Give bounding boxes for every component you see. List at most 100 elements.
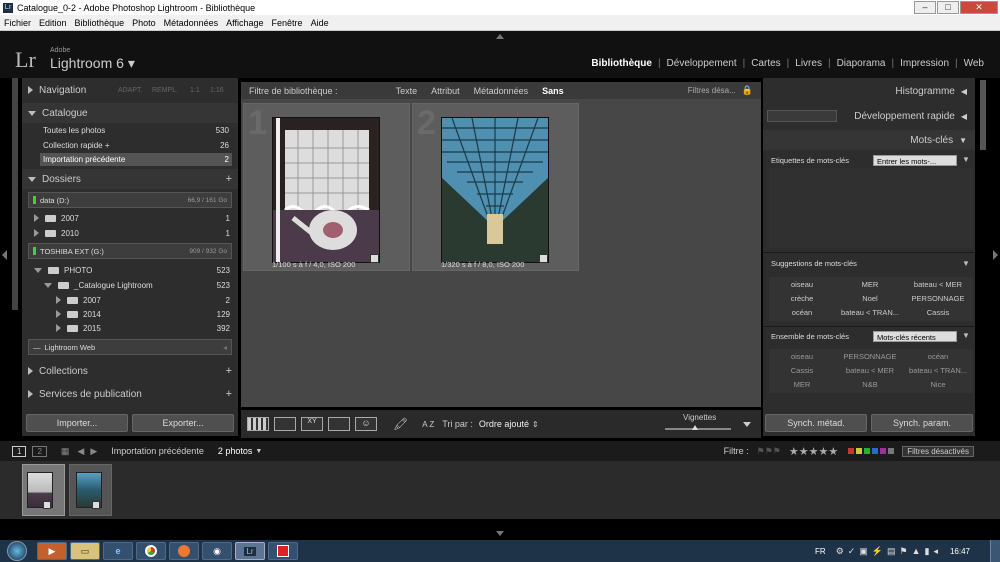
- survey-view-icon[interactable]: [328, 417, 350, 431]
- keyword-set-item[interactable]: oiseau: [769, 352, 835, 361]
- dossiers-header[interactable]: Dossiers +: [22, 169, 238, 189]
- keyword-set-item[interactable]: PERSONNAGE: [837, 352, 903, 361]
- filter-tab-metadonnees[interactable]: Métadonnées: [474, 86, 529, 96]
- chevron-down-icon[interactable]: ▼: [962, 331, 970, 340]
- toolbar-menu-icon[interactable]: [743, 421, 751, 427]
- keyword-set-item[interactable]: bateau < MER: [837, 366, 903, 375]
- lightroom-task-icon[interactable]: Lr: [235, 542, 265, 560]
- back-arrow-icon[interactable]: ◀: [77, 446, 84, 457]
- menu-fichier[interactable]: Fichier: [0, 18, 35, 28]
- zoom-rempl[interactable]: REMPL.: [152, 87, 178, 94]
- module-developpement[interactable]: Développement: [661, 58, 743, 69]
- vignettes-slider[interactable]: [665, 428, 731, 430]
- catalogue-header[interactable]: Catalogue: [22, 103, 238, 123]
- photo-thumbnail[interactable]: [272, 117, 380, 263]
- maximize-button[interactable]: □: [937, 1, 959, 14]
- filmstrip-thumb-2[interactable]: [69, 464, 112, 516]
- chevron-down-icon[interactable]: ▾: [128, 55, 135, 71]
- sort-select[interactable]: Ordre ajouté: [479, 419, 529, 429]
- collapse-icon[interactable]: ▼: [962, 259, 970, 268]
- drive-data[interactable]: data (D:) 66,9 / 161 Go: [28, 192, 232, 208]
- language-indicator[interactable]: FR: [815, 547, 826, 556]
- keyword-suggestion[interactable]: bateau < MER: [905, 280, 971, 289]
- keyword-set-item[interactable]: MER: [769, 380, 835, 389]
- add-service-icon[interactable]: +: [226, 388, 232, 400]
- collections-header[interactable]: Collections +: [22, 361, 238, 381]
- grid-toggle-icon[interactable]: ▦: [61, 446, 70, 457]
- add-collection-icon[interactable]: +: [226, 365, 232, 377]
- module-livres[interactable]: Livres: [789, 58, 828, 69]
- preset-select[interactable]: [767, 110, 837, 122]
- filmstrip-source[interactable]: Importation précédente: [111, 446, 204, 456]
- left-panel-toggle-icon[interactable]: [2, 250, 7, 260]
- right-panel-toggle-icon[interactable]: [993, 250, 998, 260]
- menu-bibliotheque[interactable]: Bibliothèque: [71, 18, 129, 28]
- secondary-window-button[interactable]: 2: [32, 445, 47, 457]
- sync-settings-button[interactable]: Synch. param.: [871, 414, 973, 432]
- explorer-icon[interactable]: ▭: [70, 542, 100, 560]
- filmstrip-thumb-1[interactable]: [22, 464, 65, 516]
- app-icon[interactable]: ◉: [202, 542, 232, 560]
- filter-tab-attribut[interactable]: Attribut: [431, 86, 460, 96]
- photo-thumbnail[interactable]: [441, 117, 549, 263]
- services-header[interactable]: Services de publication +: [22, 384, 238, 404]
- start-button[interactable]: [0, 540, 34, 562]
- folder-2007[interactable]: 2007: [34, 212, 79, 224]
- chevron-down-icon[interactable]: ▼: [255, 448, 262, 455]
- filter-tab-sans[interactable]: Sans: [542, 86, 564, 96]
- spray-can-icon[interactable]: 🖍: [393, 417, 408, 431]
- import-button[interactable]: Importer...: [26, 414, 128, 432]
- keyword-set-item[interactable]: Nice: [905, 380, 971, 389]
- show-desktop-button[interactable]: [990, 540, 1000, 562]
- right-scrollbar[interactable]: [980, 80, 986, 150]
- menu-edition[interactable]: Edition: [35, 18, 71, 28]
- folder-photo[interactable]: PHOTO: [34, 264, 92, 276]
- loupe-view-icon[interactable]: [274, 417, 296, 431]
- keyword-set-item[interactable]: N&B: [837, 380, 903, 389]
- forward-arrow-icon[interactable]: ▶: [90, 446, 97, 457]
- left-scrollbar[interactable]: [12, 78, 18, 310]
- folder-2007-sub[interactable]: 2007: [56, 294, 101, 306]
- module-diaporama[interactable]: Diaporama: [831, 58, 892, 69]
- add-folder-icon[interactable]: +: [226, 173, 232, 185]
- module-cartes[interactable]: Cartes: [745, 58, 786, 69]
- zoom-1-16[interactable]: 1:16: [210, 87, 224, 94]
- keyword-suggestion[interactable]: PERSONNAGE: [905, 294, 971, 303]
- keyword-suggestion[interactable]: océan: [769, 308, 835, 317]
- menu-affichage[interactable]: Affichage: [222, 18, 267, 28]
- keyword-suggestion[interactable]: crèche: [769, 294, 835, 303]
- menu-photo[interactable]: Photo: [128, 18, 160, 28]
- filter-preset-select[interactable]: Filtres désa...: [688, 86, 736, 95]
- navigation-header[interactable]: Navigation ADAPT. REMPL. 1:1 1:16: [22, 80, 238, 100]
- keyword-suggestion[interactable]: Cassis: [905, 308, 971, 317]
- filter-preset-select[interactable]: Filtres désactivés: [902, 445, 974, 457]
- keyword-suggestion[interactable]: oiseau: [769, 280, 835, 289]
- module-web[interactable]: Web: [958, 58, 990, 69]
- menu-fenetre[interactable]: Fenêtre: [268, 18, 307, 28]
- folder-2015[interactable]: 2015: [56, 322, 101, 334]
- folder-2014[interactable]: 2014: [56, 308, 101, 320]
- keyword-tags-area[interactable]: [769, 168, 973, 248]
- menu-metadonnees[interactable]: Métadonnées: [160, 18, 223, 28]
- sync-metadata-button[interactable]: Synch. métad.: [765, 414, 867, 432]
- clock[interactable]: 16:47: [950, 547, 970, 556]
- zoom-1-1[interactable]: 1:1: [190, 87, 200, 94]
- keyword-suggestion[interactable]: Noel: [837, 294, 903, 303]
- drive-toshiba[interactable]: TOSHIBA EXT (G:) 909 / 932 Go: [28, 243, 232, 259]
- keyword-suggestion[interactable]: MER: [837, 280, 903, 289]
- grid-cell-2[interactable]: 2 1/320 s à f / 8,0, ISO 200: [412, 103, 579, 271]
- tray-icons[interactable]: ⚙✓▣⚡▤⚑▲▮◂: [836, 546, 942, 557]
- people-view-icon[interactable]: ☺: [355, 417, 377, 431]
- grid-cell-1[interactable]: 1 1/100 s à f / 4,0, ISO 200: [243, 103, 410, 271]
- keyword-set-select[interactable]: Mots-clés récents: [873, 331, 957, 342]
- catalogue-item-all-photos[interactable]: Toutes les photos 530: [40, 124, 232, 137]
- paint-icon[interactable]: [268, 542, 298, 560]
- chevron-down-icon[interactable]: ▼: [962, 155, 970, 164]
- folder-catalogue-lightroom[interactable]: _Catalogue Lightroom: [44, 279, 153, 291]
- module-bibliotheque[interactable]: Bibliothèque: [585, 58, 658, 69]
- primary-window-button[interactable]: 1: [12, 445, 27, 457]
- keyword-suggestion[interactable]: bateau < TRAN...: [837, 308, 903, 317]
- close-button[interactable]: ✕: [960, 1, 998, 14]
- minimize-button[interactable]: –: [914, 1, 936, 14]
- bottom-panel-toggle-icon[interactable]: [496, 531, 504, 536]
